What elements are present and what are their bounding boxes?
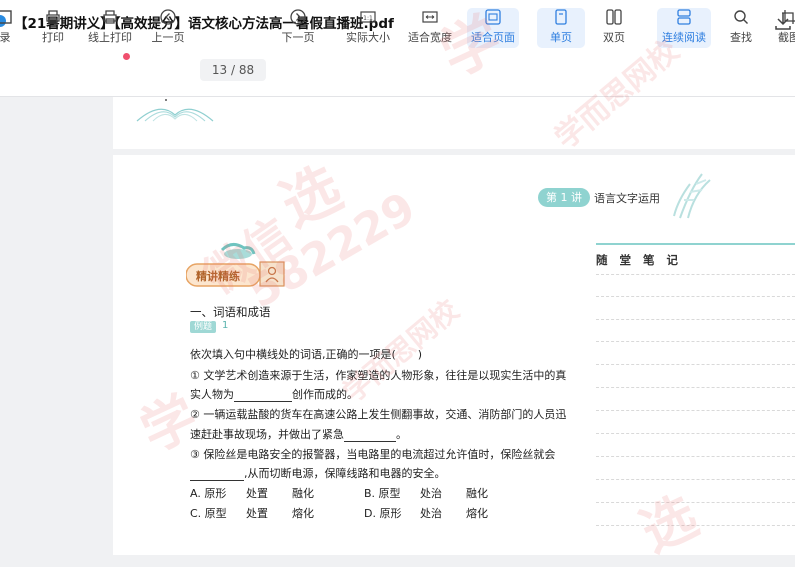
note-line [596,296,795,297]
notes-divider [596,243,795,245]
note-line [596,364,795,365]
toolbar-search-button[interactable]: 查找 [726,8,756,48]
next-page-icon [290,9,306,25]
note-line [596,525,795,526]
toolbar-label: 录 [0,31,11,44]
toolbar-label: 线上打印 [88,31,132,44]
question-stem: 依次填入句中横线处的词语,正确的一项是( ) [190,348,423,361]
screenshot-icon [782,10,795,24]
section-badge-label: 精讲精练 [196,270,240,283]
text-segment: 。 [396,428,407,441]
option-a: A. 原形 [190,487,227,500]
toolbar-label: 单页 [550,31,572,44]
toolbar-label: 适合宽度 [408,31,452,44]
option-c-word-2: 处置 [246,507,268,520]
toolbar [0,42,795,97]
toolbar-label: 截图 [778,31,795,44]
toolbar-print-button[interactable]: 打印 [38,8,68,48]
print-icon [46,10,60,24]
option-b-word-3: 融化 [466,487,488,500]
option-d-word-2: 处治 [420,507,442,520]
option-a-word-2: 处置 [246,487,268,500]
answer-blank [190,469,244,481]
note-line [596,410,795,411]
actual-size-icon: 1:1 [360,11,376,23]
note-line [596,479,795,480]
sentence-1-line-2: 实人物为 创作而成的。 [190,386,358,402]
answer-blank [234,390,292,402]
sentence-3-line-2: ,从而切断电源，保障线路和电器的安全。 [190,465,446,481]
notes-title: 随堂笔记 [596,253,690,267]
option-d: D. 原形 [364,507,402,520]
svg-text:1:1: 1:1 [363,15,373,22]
single-page-icon [555,9,567,25]
continuous-icon [677,9,691,25]
lesson-title: 语言文字运用 [594,192,660,205]
online-print-icon [103,10,117,24]
toolbar-label: 下一页 [281,31,315,44]
text-segment: 速赶赴事故现场，并做出了紧急 [190,428,344,441]
note-line [596,502,795,503]
note-line [596,274,795,275]
option-c: C. 原型 [190,507,227,520]
text-segment: 实人物为 [190,388,234,401]
toolbar-screenshot-button[interactable]: 截图 [774,8,795,48]
toolbar-double-page-button[interactable]: 双页 [597,8,631,48]
toolbar-label: 上一页 [151,31,185,44]
document-title: 【21暑期讲义】【高效提分】语文核心方法高一暑假直播班.pdf [14,16,394,32]
fit-page-icon [485,9,501,25]
double-page-icon [606,9,622,25]
page-number-input[interactable]: 13 / 88 [200,59,266,81]
directory-icon [0,10,12,24]
toolbar-continuous-button[interactable]: 连续阅读 [657,8,711,48]
prev-page-icon [160,9,176,25]
note-line [596,456,795,457]
note-line [596,341,795,342]
previous-page [113,97,795,149]
fit-width-icon [422,11,438,23]
option-a-word-3: 融化 [292,487,314,500]
search-icon [734,10,748,24]
toolbar-directory-button[interactable]: 录 [0,8,16,48]
option-b-word-2: 处治 [420,487,442,500]
toolbar-fit-width-button[interactable]: 适合宽度 [406,8,454,48]
toolbar-label: 双页 [603,31,625,44]
option-d-word-3: 熔化 [466,507,488,520]
sentence-3-line-1: ③ 保险丝是电路安全的报警器，当电路里的电流超过允许值时，保险丝就会 [190,448,556,461]
notification-badge [123,53,130,60]
toolbar-actual-size-button[interactable]: 1:1 实际大小 [344,8,392,48]
bamboo-decoration [673,173,711,219]
toolbar-label: 打印 [42,31,64,44]
note-line [596,433,795,434]
toolbar-online-print-button[interactable]: 线上打印 [86,8,134,48]
text-segment: 创作而成的。 [292,388,358,401]
option-c-word-3: 熔化 [292,507,314,520]
example-number: 1 [222,320,229,331]
answer-blank [344,430,396,442]
sentence-1-line-1: ① 文学艺术创造来源于生活，作家塑造的人物形象，往往是以现实生活中的真 [190,369,567,382]
note-line [596,387,795,388]
toolbar-single-page-button[interactable]: 单页 [537,8,585,48]
toolbar-label: 查找 [730,31,752,44]
toolbar-fit-page-button[interactable]: 适合页面 [467,8,519,48]
option-b: B. 原型 [364,487,401,500]
toolbar-prev-page-button[interactable]: 上一页 [150,8,186,48]
sentence-2-line-2: 速赶赴事故现场，并做出了紧急 。 [190,426,407,442]
text-segment: ,从而切断电源，保障线路和电器的安全。 [244,467,446,480]
decorative-wave-illustration [136,99,214,122]
note-line [596,319,795,320]
sentence-2-line-1: ② 一辆运载盐酸的货车在高速公路上发生侧翻事故，交通、消防部门的人员迅 [190,408,567,421]
toolbar-label: 适合页面 [471,31,515,44]
toolbar-next-page-button[interactable]: 下一页 [280,8,316,48]
lesson-badge: 第 1 讲 [538,188,590,207]
toolbar-label: 连续阅读 [662,31,706,44]
section-heading: 一、词语和成语 [190,305,271,319]
example-label: 例题 [190,321,217,333]
toolbar-label: 实际大小 [346,31,390,44]
